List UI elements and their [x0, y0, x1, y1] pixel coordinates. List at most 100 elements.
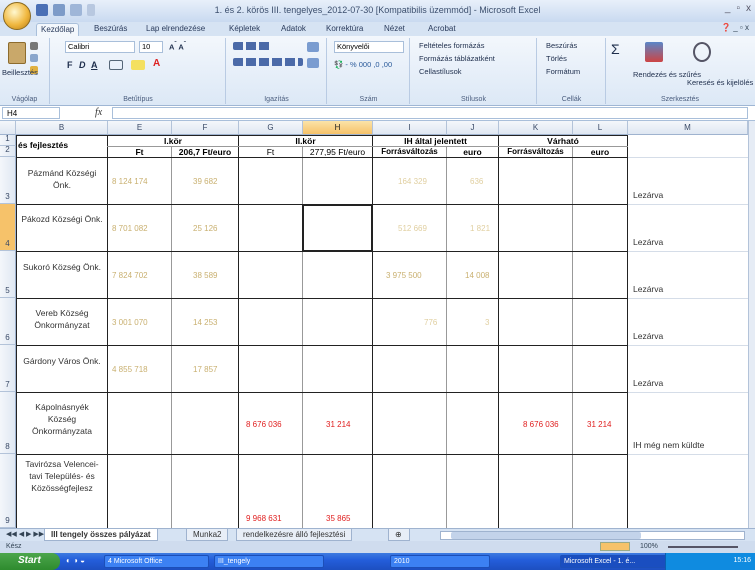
col-header-b[interactable]: B	[16, 121, 108, 135]
tab-beszuras[interactable]: Beszúrás	[90, 23, 131, 36]
vertical-scrollbar[interactable]	[748, 121, 755, 528]
number-format-select[interactable]: Könyvelői	[334, 41, 404, 53]
font-color-icon[interactable]: A	[153, 58, 160, 69]
view-buttons[interactable]	[600, 542, 630, 551]
start-button[interactable]: Start	[0, 553, 60, 570]
zoom-slider[interactable]	[668, 546, 738, 548]
cell-f3[interactable]: 39 682	[193, 177, 217, 186]
zoom-level[interactable]: 100%	[640, 543, 658, 550]
cell-i5[interactable]: 3 975 500	[386, 271, 422, 280]
col-header-h[interactable]: H	[303, 121, 373, 135]
cell-i4[interactable]: 512 669	[398, 224, 427, 233]
clock[interactable]: 15:16	[733, 557, 751, 564]
cell-j3[interactable]: 636	[470, 177, 483, 186]
close-button[interactable]: x	[746, 3, 751, 14]
col-header-j[interactable]: J	[447, 121, 499, 135]
paste-icon[interactable]	[8, 42, 26, 64]
paste-button[interactable]: Beillesztés	[2, 68, 38, 77]
cell-m6[interactable]: Lezárva	[633, 331, 663, 341]
font-name-select[interactable]: Calibri	[65, 41, 135, 53]
cell-f4[interactable]: 25 126	[193, 224, 217, 233]
row-header-4[interactable]: 4	[0, 204, 16, 251]
find-select-button[interactable]: Keresés és kijelölés	[687, 78, 753, 87]
row-header-7[interactable]: 7	[0, 345, 16, 392]
conditional-formatting-button[interactable]: Feltételes formázás	[419, 41, 484, 50]
format-cells-button[interactable]: Formátum	[546, 67, 580, 76]
cell-e4[interactable]: 8 701 082	[112, 224, 148, 233]
fill-color-icon[interactable]	[131, 60, 145, 70]
align-left-icon[interactable]	[233, 58, 303, 66]
cell-g9[interactable]: 9 968 631	[246, 514, 282, 523]
quick-launch-icons[interactable]: ◐ ◑ ◒	[66, 556, 96, 567]
cell-m4[interactable]: Lezárva	[633, 237, 663, 247]
copy-icon[interactable]	[30, 54, 38, 62]
minimize-button[interactable]: _	[725, 3, 731, 14]
sheet-nav-buttons[interactable]: ◀◀ ◀ ▶ ▶▶	[6, 530, 44, 538]
col-header-f[interactable]: F	[172, 121, 239, 135]
insert-cells-button[interactable]: Beszúrás	[546, 41, 577, 50]
row-header-3[interactable]: 3	[0, 157, 16, 204]
col-header-m[interactable]: M	[628, 121, 748, 135]
taskbar-button-folder[interactable]: III_tengely	[214, 555, 324, 568]
cell-m7[interactable]: Lezárva	[633, 378, 663, 388]
row-name[interactable]: Pázmánd Községi Önk.	[20, 167, 104, 191]
taskbar-button-office[interactable]: 4 Microsoft Office	[104, 555, 209, 568]
cell-i3[interactable]: 164 329	[398, 177, 427, 186]
row-name[interactable]: Gárdony Város Önk.	[20, 355, 104, 367]
bold-button[interactable]: F	[67, 60, 73, 70]
insert-sheet-icon[interactable]: ⊕	[388, 529, 410, 541]
cut-icon[interactable]	[30, 42, 38, 50]
row-name[interactable]: Vereb Község Önkormányzat	[20, 307, 104, 331]
row-name[interactable]: Pákozd Községi Önk.	[20, 213, 104, 225]
cell-f6[interactable]: 14 253	[193, 318, 217, 327]
tab-nezet[interactable]: Nézet	[380, 23, 409, 36]
cell-m5[interactable]: Lezárva	[633, 284, 663, 294]
cell-f7[interactable]: 17 857	[193, 365, 217, 374]
active-cell-h4[interactable]	[302, 204, 373, 252]
wrap-text-icon[interactable]	[307, 42, 319, 52]
cell-j4[interactable]: 1 821	[470, 224, 490, 233]
tab-korrektura[interactable]: Korrektúra	[322, 23, 367, 36]
sheet-tab-active[interactable]: III tengely összes pályázat	[44, 529, 158, 541]
row-header-5[interactable]: 5	[0, 251, 16, 298]
autosum-icon[interactable]: Σ	[611, 41, 620, 57]
row-header-6[interactable]: 6	[0, 298, 16, 345]
grow-font-button[interactable]: Aˆ Aˇ	[169, 41, 186, 52]
cell-f5[interactable]: 38 589	[193, 271, 217, 280]
sheet-tab[interactable]: Munka2	[186, 529, 229, 541]
find-select-icon[interactable]	[693, 42, 711, 62]
cell-e3[interactable]: 8 124 174	[112, 177, 148, 186]
cell-h8[interactable]: 31 214	[326, 420, 350, 429]
cell-m3[interactable]: Lezárva	[633, 190, 663, 200]
italic-button[interactable]: D	[79, 60, 86, 70]
cell-e6[interactable]: 3 001 070	[112, 318, 148, 327]
col-header-e[interactable]: E	[108, 121, 172, 135]
tab-lap-elrendezese[interactable]: Lap elrendezése	[142, 23, 209, 36]
cell-l8[interactable]: 31 214	[587, 420, 611, 429]
taskbar-button-2010[interactable]: 2010	[390, 555, 490, 568]
cell-h9[interactable]: 35 865	[326, 514, 350, 523]
scroll-thumb[interactable]	[451, 532, 641, 539]
cell-k8[interactable]: 8 676 036	[523, 420, 559, 429]
horizontal-scrollbar[interactable]	[440, 531, 745, 540]
worksheet-grid[interactable]: B E F G H I J K L M 1 2 3 4 5 6 7 8 9 és…	[0, 121, 748, 528]
row-header-2[interactable]: 2	[0, 145, 16, 157]
tab-adatok[interactable]: Adatok	[277, 23, 310, 36]
select-all-corner[interactable]	[0, 121, 16, 135]
cell-styles-button[interactable]: Cellastílusok	[419, 67, 462, 76]
col-header-k[interactable]: K	[499, 121, 573, 135]
cell-e5[interactable]: 7 824 702	[112, 271, 148, 280]
align-top-icon[interactable]	[233, 42, 271, 50]
sort-filter-icon[interactable]	[645, 42, 663, 62]
name-box[interactable]: H4	[2, 107, 60, 119]
cell-j6[interactable]: 3	[485, 318, 489, 327]
maximize-button[interactable]: ▫	[736, 3, 740, 14]
tab-kezdolap[interactable]: Kezdőlap	[36, 23, 80, 36]
fx-icon[interactable]: fx	[95, 107, 102, 118]
format-as-table-button[interactable]: Formázás táblázatként	[419, 54, 495, 63]
col-header-l[interactable]: L	[573, 121, 628, 135]
cell-e7[interactable]: 4 855 718	[112, 365, 148, 374]
row-header-8[interactable]: 8	[0, 392, 16, 454]
tab-kepletek[interactable]: Képletek	[225, 23, 264, 36]
col-header-i[interactable]: I	[373, 121, 447, 135]
